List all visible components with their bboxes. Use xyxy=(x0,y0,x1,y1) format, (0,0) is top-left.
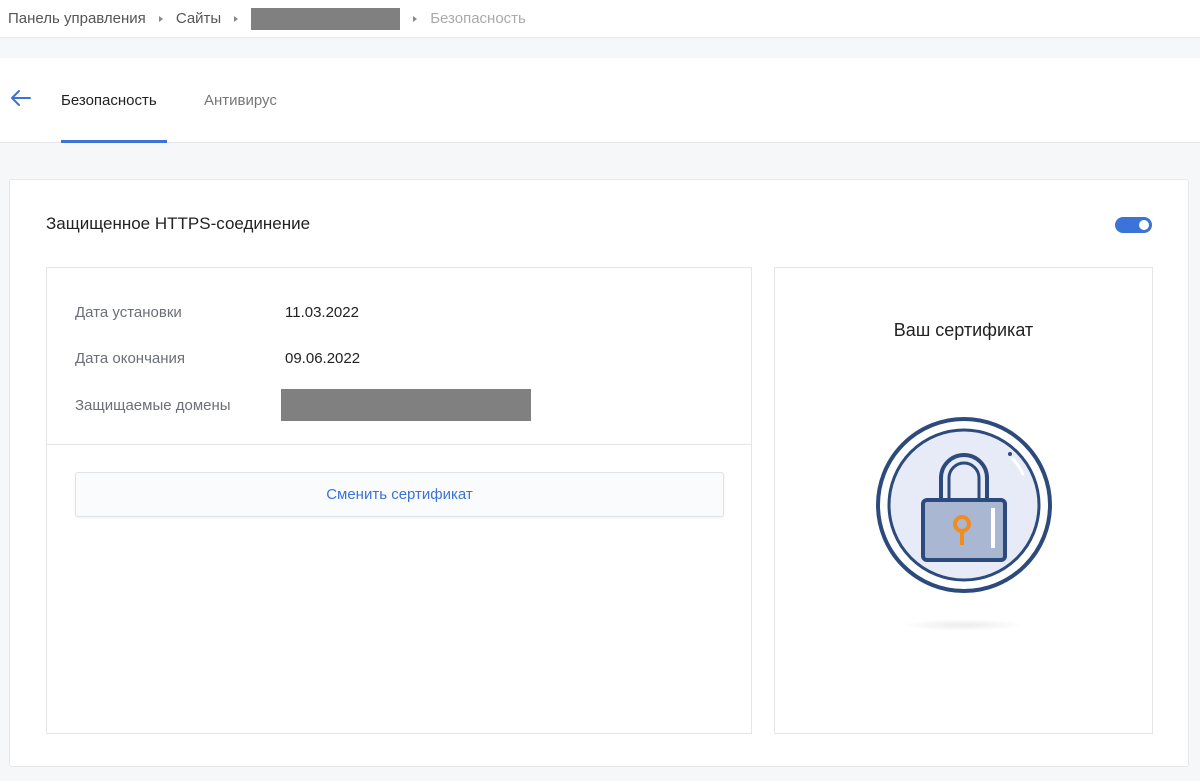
install-date-row: Дата установки 11.03.2022 xyxy=(75,304,359,321)
tab-bar: Безопасность Антивирус xyxy=(0,58,1200,143)
https-toggle[interactable] xyxy=(1115,217,1152,233)
breadcrumb-sites[interactable]: Сайты xyxy=(176,10,221,27)
certificate-panel-title: Ваш сертификат xyxy=(893,320,1034,340)
chevron-right-icon xyxy=(234,15,239,22)
back-arrow-icon[interactable] xyxy=(8,86,34,110)
breadcrumb: Панель управления Сайты Безопасность xyxy=(0,0,1200,38)
expiry-date-value: 09.06.2022 xyxy=(285,350,361,367)
domains-row: Защищаемые домены xyxy=(75,389,531,421)
install-date-label: Дата установки xyxy=(75,304,182,321)
breadcrumb-dashboard[interactable]: Панель управления xyxy=(8,10,146,27)
breadcrumb-site-redacted[interactable] xyxy=(251,7,401,30)
icon-shadow xyxy=(901,619,1025,631)
install-date-value: 11.03.2022 xyxy=(285,304,359,321)
change-certificate-button[interactable]: Сменить сертификат xyxy=(75,472,724,517)
expiry-date-row: Дата окончания 09.06.2022 xyxy=(75,350,360,367)
breadcrumb-security: Безопасность xyxy=(430,10,526,27)
tab-antivirus[interactable]: Антивирус xyxy=(204,58,277,143)
certificate-preview-panel: Ваш сертификат xyxy=(774,267,1153,734)
tab-security[interactable]: Безопасность xyxy=(61,58,167,143)
chevron-right-icon xyxy=(413,15,418,22)
https-card: Защищенное HTTPS-соединение Дата установ… xyxy=(9,179,1189,767)
lock-certificate-icon xyxy=(876,417,1052,593)
domains-label: Защищаемые домены xyxy=(75,396,231,414)
https-title: Защищенное HTTPS-соединение xyxy=(46,214,311,233)
toggle-knob xyxy=(1139,220,1149,230)
tab-antivirus-label: Антивирус xyxy=(204,92,277,109)
certificate-info-panel: Дата установки 11.03.2022 Дата окончания… xyxy=(46,267,752,734)
expiry-date-label: Дата окончания xyxy=(75,350,186,367)
tab-security-label: Безопасность xyxy=(61,92,157,109)
divider xyxy=(47,444,751,445)
chevron-right-icon xyxy=(158,15,163,22)
domains-value-redacted xyxy=(281,389,531,421)
